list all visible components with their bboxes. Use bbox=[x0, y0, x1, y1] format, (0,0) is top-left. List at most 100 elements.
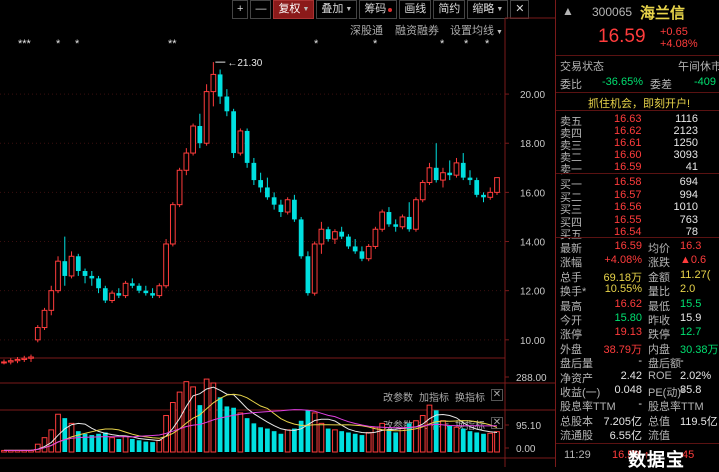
divider bbox=[556, 173, 719, 174]
candle-body bbox=[265, 187, 270, 198]
candle-body bbox=[258, 180, 263, 188]
event-star-marker: * bbox=[464, 38, 469, 50]
candle-body bbox=[447, 172, 453, 176]
volume-bar bbox=[399, 428, 406, 453]
stat-value: 6.55亿 bbox=[609, 430, 642, 443]
candle-body bbox=[28, 356, 34, 359]
candle-body bbox=[89, 275, 95, 279]
current-price: 16.59 bbox=[598, 26, 646, 47]
ask-row[interactable]: 卖二 16.60 3093 bbox=[556, 149, 719, 164]
promo-row[interactable]: 抓住机会，即刻开户! bbox=[556, 95, 719, 111]
ask-row[interactable]: 卖一 16.59 41 bbox=[556, 161, 719, 176]
promo-link[interactable]: 抓住机会，即刻开户! bbox=[588, 95, 690, 111]
volume-bar bbox=[494, 431, 500, 453]
stats-row: 换手* 10.55% 量比 2.0 bbox=[556, 283, 719, 298]
bid-volume: 763 bbox=[679, 213, 698, 226]
candle-body bbox=[122, 282, 129, 297]
volume-bar bbox=[271, 431, 277, 452]
candle-body bbox=[298, 219, 304, 257]
weicha-label: 委差 bbox=[650, 79, 672, 91]
volume-bar bbox=[311, 412, 318, 453]
bid-row[interactable]: 买四 16.55 763 bbox=[556, 213, 719, 229]
candle-body bbox=[14, 358, 21, 362]
kline-chart[interactable]: 20.00 18.00 16.00 14.00 12.00 10.00 288.00 95.1… bbox=[0, 0, 555, 467]
candle-body bbox=[365, 245, 372, 260]
ask-row[interactable]: 卖三 16.61 1250 bbox=[556, 137, 719, 152]
ask-row[interactable]: 卖五 16.63 1116 bbox=[556, 113, 719, 128]
quote-panel: ▲ 300065 海兰信 16.59 +0.65 +4.08% 交易状态 午间休… bbox=[555, 0, 719, 467]
stat-value: 85.8 bbox=[680, 384, 702, 396]
candle-body bbox=[440, 172, 446, 181]
volume-bar bbox=[372, 426, 379, 453]
candle-body bbox=[346, 236, 351, 247]
bid-volume: 1010 bbox=[673, 201, 698, 213]
candle-body bbox=[433, 167, 439, 181]
candle-body bbox=[41, 309, 48, 329]
candle-body bbox=[271, 197, 277, 205]
stat-value: 15.5 bbox=[680, 297, 702, 310]
volume-bar bbox=[102, 432, 108, 452]
divider bbox=[556, 237, 719, 238]
candle-body bbox=[325, 229, 331, 240]
candle-body bbox=[163, 243, 169, 287]
ask-label: 卖一 bbox=[560, 164, 582, 176]
volume-bar bbox=[231, 407, 236, 452]
volume-bar bbox=[122, 435, 129, 453]
stat-value: 2.02% bbox=[680, 369, 712, 382]
bid-volume: 694 bbox=[679, 176, 698, 188]
volume-bar bbox=[386, 429, 392, 452]
candle-body bbox=[460, 162, 466, 178]
bid-row[interactable]: 买一 16.58 694 bbox=[556, 176, 719, 191]
ask-price: 16.61 bbox=[614, 137, 642, 149]
weibi-label: 委比 bbox=[560, 79, 582, 91]
volume-bar bbox=[136, 440, 142, 452]
bid-row[interactable]: 买二 16.57 994 bbox=[556, 189, 719, 204]
divider bbox=[556, 443, 719, 444]
stats-row: 涨幅 +4.08% 涨跌 ▲0.6 bbox=[556, 254, 719, 269]
ask-row[interactable]: 卖四 16.62 2123 bbox=[556, 125, 719, 140]
bid-row[interactable]: 买三 16.56 1010 bbox=[556, 201, 719, 216]
candle-body bbox=[399, 216, 406, 228]
candle-body bbox=[129, 283, 135, 286]
ask-price: 16.60 bbox=[614, 149, 642, 161]
stats-row: 盘后量 - 盘后额 - bbox=[556, 355, 719, 370]
max-price-label: ←21.30 bbox=[227, 58, 262, 69]
candle-body bbox=[278, 204, 284, 213]
volume-bar bbox=[467, 431, 473, 452]
candle-body bbox=[481, 194, 486, 198]
price-tick-label: 10.00 bbox=[520, 336, 545, 347]
ask-volume: 41 bbox=[685, 161, 698, 173]
stat-value: - bbox=[638, 355, 642, 368]
candle-body bbox=[393, 224, 399, 227]
volume-bar bbox=[278, 433, 284, 452]
ask-volume: 1250 bbox=[673, 137, 698, 149]
volume-bar bbox=[258, 427, 263, 452]
candle-body bbox=[203, 91, 210, 144]
candle-body bbox=[34, 327, 41, 341]
stat-value: 16.62 bbox=[614, 297, 642, 310]
candle-body bbox=[1, 361, 7, 364]
volume-bar bbox=[413, 420, 419, 453]
candle-body bbox=[136, 285, 142, 291]
scroll-up-icon[interactable]: ▲ bbox=[562, 4, 574, 18]
volume-bar bbox=[332, 429, 338, 453]
volume-bar bbox=[169, 402, 176, 453]
stock-code: 300065 bbox=[592, 5, 633, 19]
stats-row: 最高 16.62 最低 15.5 bbox=[556, 297, 719, 313]
trade-status-value: 午间休市 bbox=[678, 61, 719, 73]
stat-value: - bbox=[638, 398, 642, 411]
volume-bar bbox=[116, 438, 122, 452]
weicha-value: -409 bbox=[694, 76, 717, 88]
candle-body bbox=[494, 177, 500, 193]
event-star-marker: * bbox=[440, 38, 445, 50]
price-tick-label: 18.00 bbox=[520, 139, 545, 150]
candle-body bbox=[352, 246, 358, 252]
volume-bar bbox=[156, 439, 163, 453]
stat-value: 16.59 bbox=[614, 240, 642, 252]
candle-body bbox=[176, 169, 183, 206]
price-tick-label: 14.00 bbox=[520, 238, 545, 249]
volume-bar bbox=[237, 412, 244, 453]
stat-value: 11.27( bbox=[680, 268, 711, 281]
stats-row: 今开 15.80 昨收 15.9 bbox=[556, 312, 719, 327]
volume-bar bbox=[41, 437, 48, 453]
